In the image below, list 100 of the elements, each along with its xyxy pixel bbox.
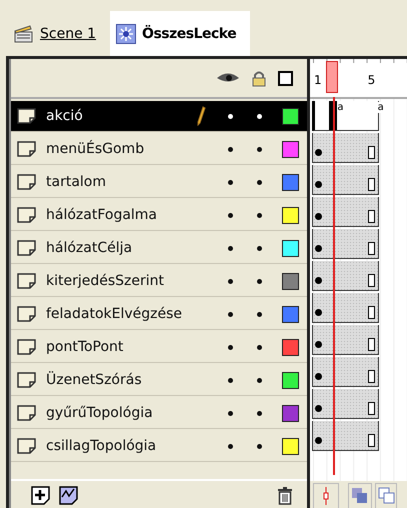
lock-dot[interactable]: [257, 378, 262, 382]
visibility-dot[interactable]: [228, 180, 233, 184]
visibility-dot[interactable]: [228, 312, 233, 316]
keyframe-dot: [315, 373, 322, 380]
keyframe-dot: [315, 405, 322, 412]
outline-color-swatch[interactable]: [282, 404, 299, 422]
visibility-dot[interactable]: [228, 114, 233, 118]
layer-name: pontToPont: [46, 339, 124, 355]
outline-color-swatch[interactable]: [282, 108, 299, 124]
outline-square-icon[interactable]: [278, 70, 293, 86]
layer-name: hálózatCélja: [46, 240, 134, 256]
visibility-dot[interactable]: [228, 146, 233, 152]
layer-name: gyűrűTopológia: [46, 405, 154, 421]
keyframe-dot: [315, 181, 322, 188]
lock-dot[interactable]: [257, 246, 262, 250]
playhead[interactable]: [326, 61, 338, 93]
visibility-dot[interactable]: [228, 410, 233, 416]
onion-outline-icon[interactable]: [375, 483, 397, 508]
frame-track[interactable]: [312, 421, 379, 451]
lock-dot[interactable]: [257, 344, 262, 350]
visibility-dot[interactable]: [228, 278, 233, 284]
end-frame-marker: [368, 370, 375, 383]
end-frame-marker: [368, 146, 375, 159]
frame-track[interactable]: [312, 293, 379, 323]
lock-dot[interactable]: [257, 212, 262, 218]
lock-dot[interactable]: [257, 312, 262, 316]
end-frame-marker: [368, 306, 375, 319]
layer-icon: [17, 404, 37, 422]
frame-track[interactable]: [312, 165, 379, 195]
frame-track[interactable]: [312, 389, 379, 419]
layer-name: akció: [46, 108, 84, 124]
visibility-dot[interactable]: [228, 344, 233, 350]
outline-color-swatch[interactable]: [282, 372, 299, 388]
keyframe-dot: [315, 149, 322, 156]
visibility-dot[interactable]: [228, 444, 233, 448]
frame-track[interactable]: [312, 229, 379, 259]
frame-number: 1: [314, 73, 322, 87]
lock-dot[interactable]: [257, 180, 262, 184]
lock-icon[interactable]: [252, 70, 266, 86]
movie-clip-icon: [116, 24, 136, 44]
layer-name: ÜzenetSzórás: [46, 372, 143, 388]
layer-icon: [17, 174, 37, 190]
eye-icon[interactable]: [216, 72, 240, 84]
onion-skin-icon[interactable]: [348, 483, 372, 508]
keyframe-dot: [315, 277, 322, 284]
frame-number: 5: [368, 73, 376, 87]
outline-color-swatch[interactable]: [282, 140, 299, 158]
add-motion-guide-icon[interactable]: [59, 486, 79, 506]
lock-dot[interactable]: [257, 278, 262, 284]
outline-color-swatch[interactable]: [282, 338, 299, 356]
lock-dot[interactable]: [257, 114, 262, 118]
action-marker: a: [378, 102, 386, 113]
outline-color-swatch[interactable]: [282, 240, 299, 256]
layer-icon: [17, 338, 37, 356]
end-frame-marker: [368, 402, 375, 415]
layer-name: tartalom: [46, 174, 107, 190]
outline-color-swatch[interactable]: [282, 206, 299, 224]
end-frame-marker: [368, 274, 375, 287]
trash-icon[interactable]: [277, 487, 293, 505]
layer-icon: [17, 372, 37, 388]
clapperboard-icon: [14, 24, 34, 42]
frame-track[interactable]: [312, 357, 379, 387]
layer-icon: [17, 140, 37, 158]
layer-icon: [17, 438, 37, 454]
layer-icon: [17, 206, 37, 224]
frame-track[interactable]: [312, 325, 379, 355]
outline-color-swatch[interactable]: [282, 272, 299, 290]
frame-track[interactable]: [312, 197, 379, 227]
visibility-dot[interactable]: [228, 378, 233, 382]
frame-track[interactable]: [312, 133, 379, 163]
layer-icon: [17, 272, 37, 290]
layer-name: kiterjedésSzerint: [46, 273, 166, 289]
end-frame-marker: [368, 338, 375, 351]
outline-color-swatch[interactable]: [282, 306, 299, 322]
end-frame-marker: [368, 434, 375, 447]
scene-tab[interactable]: ÖsszesLecke: [110, 11, 250, 56]
visibility-dot[interactable]: [228, 212, 233, 218]
layer-name: hálózatFogalma: [46, 207, 158, 223]
keyframe-dot: [315, 309, 322, 316]
lock-dot[interactable]: [257, 444, 262, 448]
keyframe-dot: [315, 245, 322, 252]
outline-color-swatch[interactable]: [282, 174, 299, 190]
end-frame-marker: [368, 210, 375, 223]
layer-row[interactable]: akció: [11, 101, 307, 132]
lock-dot[interactable]: [257, 410, 262, 416]
lock-dot[interactable]: [257, 146, 262, 152]
end-frame-marker: [368, 242, 375, 255]
add-layer-icon[interactable]: [31, 486, 51, 506]
frame-track[interactable]: [312, 261, 379, 291]
scene-tab[interactable]: Scene 1: [8, 11, 110, 56]
keyframe-dot: [315, 341, 322, 348]
visibility-dot[interactable]: [228, 246, 233, 250]
outline-color-swatch[interactable]: [282, 438, 299, 454]
layer-name: feladatokElvégzése: [46, 306, 184, 322]
action-marker: a: [337, 102, 346, 113]
layer-icon: [17, 306, 37, 322]
layer-icon: [17, 108, 37, 124]
keyframe-dot: [315, 213, 322, 220]
layer-name: menüÉsGomb: [46, 141, 146, 157]
center-frame-icon[interactable]: [313, 483, 339, 508]
